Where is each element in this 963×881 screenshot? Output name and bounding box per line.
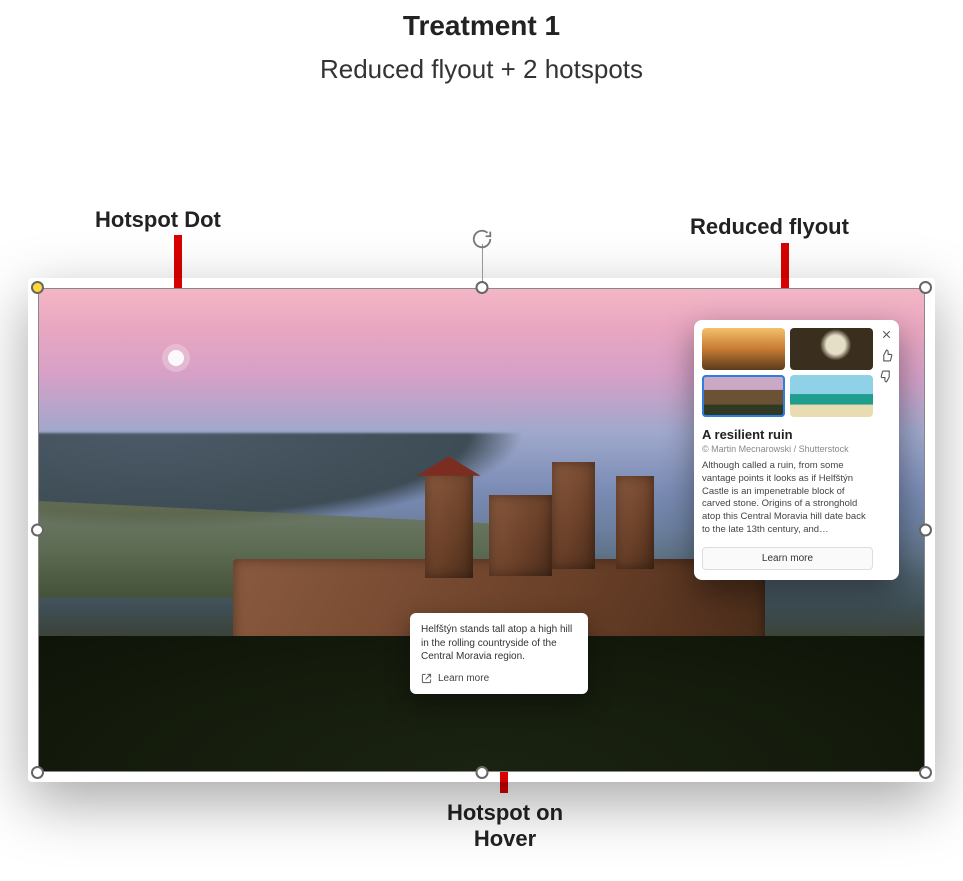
selection-border xyxy=(38,288,925,772)
label-hotspot-hover-line2: Hover xyxy=(474,826,536,851)
resize-handle-nw[interactable] xyxy=(31,281,44,294)
resize-handle-s[interactable] xyxy=(475,766,488,779)
resize-handle-se[interactable] xyxy=(919,766,932,779)
label-hotspot-hover: Hotspot on Hover xyxy=(440,800,570,853)
resize-handle-w[interactable] xyxy=(31,524,44,537)
resize-handle-sw[interactable] xyxy=(31,766,44,779)
resize-handle-ne[interactable] xyxy=(919,281,932,294)
page-title: Treatment 1 xyxy=(0,10,963,42)
selected-image-frame[interactable]: Helfštýn stands tall atop a high hill in… xyxy=(38,288,925,772)
label-reduced-flyout: Reduced flyout xyxy=(690,214,849,240)
page-subtitle: Reduced flyout + 2 hotspots xyxy=(0,54,963,85)
resize-handle-e[interactable] xyxy=(919,524,932,537)
resize-handle-n[interactable] xyxy=(475,281,488,294)
rotate-handle-icon[interactable] xyxy=(471,228,493,250)
label-hotspot-hover-line1: Hotspot on xyxy=(447,800,563,825)
label-hotspot-dot: Hotspot Dot xyxy=(95,207,221,233)
